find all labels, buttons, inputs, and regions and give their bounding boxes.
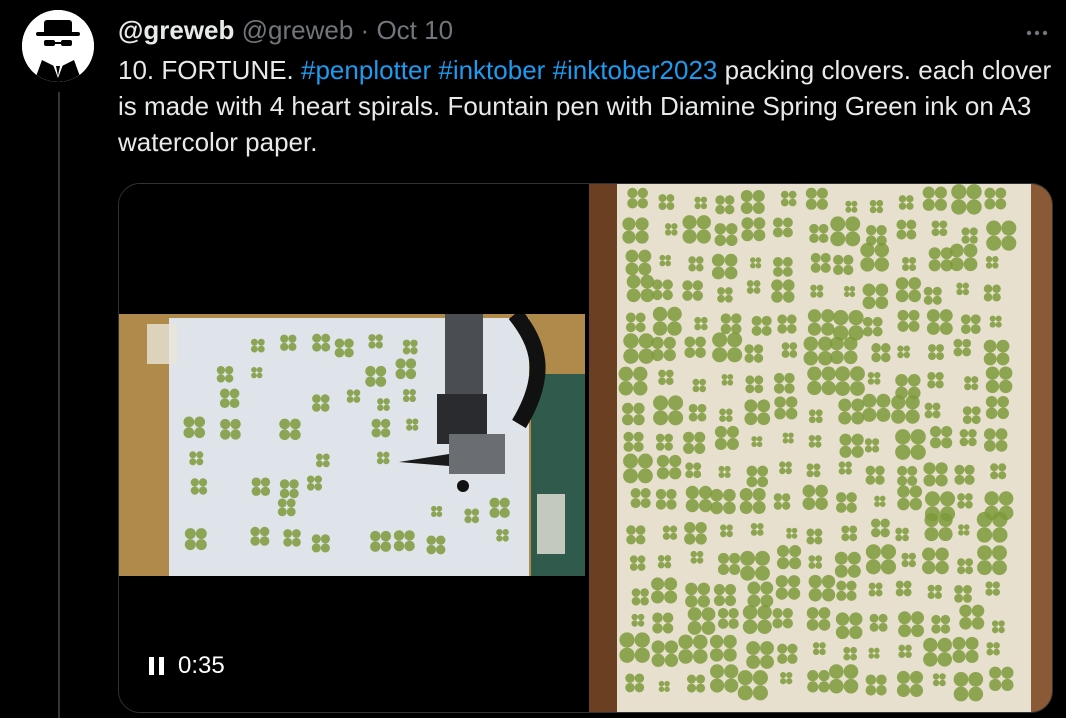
video-time: 0:35 — [178, 652, 225, 679]
tweet-date[interactable]: Oct 10 — [376, 15, 453, 45]
hacker-hat-avatar-icon — [22, 10, 94, 82]
hashtag-inktober2023[interactable]: #inktober2023 — [553, 55, 718, 85]
separator: · — [360, 15, 370, 45]
tweet-text: 10. FORTUNE. #penplotter #inktober #inkt… — [118, 52, 1058, 160]
thread-line — [58, 92, 60, 718]
video-controls: 0:35 — [149, 652, 225, 680]
hashtag-penplotter[interactable]: #penplotter — [301, 55, 431, 85]
pause-icon[interactable] — [149, 657, 164, 675]
tweet-header: @greweb @greweb · Oct 10 — [118, 14, 453, 46]
media-container: 0:35 — [118, 183, 1053, 713]
avatar[interactable] — [22, 10, 94, 82]
clover-artwork-photo[interactable] — [589, 184, 1053, 713]
more-horizontal-icon — [1026, 30, 1048, 36]
video-player[interactable]: 0:35 — [119, 184, 585, 712]
handle[interactable]: @greweb — [242, 15, 354, 45]
video-frame — [119, 314, 585, 576]
hashtag-inktober[interactable]: #inktober — [438, 55, 545, 85]
display-name[interactable]: @greweb — [118, 15, 234, 45]
more-button[interactable] — [1020, 16, 1054, 50]
tweet-prefix: 10. FORTUNE. — [118, 55, 302, 85]
